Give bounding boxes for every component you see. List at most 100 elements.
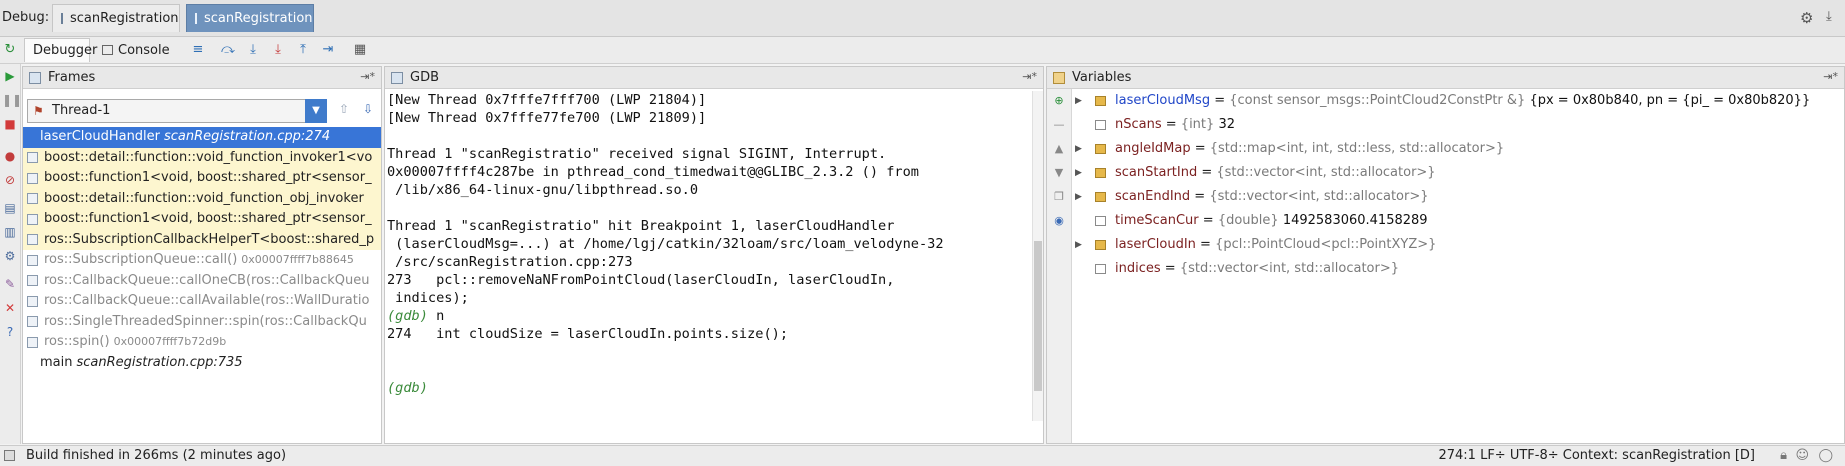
- frame-row[interactable]: boost::detail::function::void_function_o…: [23, 188, 381, 209]
- stop-icon[interactable]: ■: [2, 116, 18, 132]
- help-icon[interactable]: ?: [2, 324, 18, 340]
- gdb-scrollbar-thumb[interactable]: [1034, 241, 1042, 391]
- variable-type: {std::vector<int, std::allocator>}: [1179, 261, 1400, 276]
- gdb-prompt: (gdb): [387, 308, 437, 324]
- mute-breakpoints-icon[interactable]: ⊘: [2, 172, 18, 188]
- show-watches-icon[interactable]: ◉: [1051, 213, 1067, 229]
- gdb-title: GDB: [410, 70, 440, 85]
- expand-arrow-icon[interactable]: ▶: [1075, 89, 1082, 113]
- frame-function: main: [40, 354, 73, 370]
- expand-arrow-icon[interactable]: ▶: [1075, 137, 1082, 161]
- event-log-icon[interactable]: ◯: [1818, 448, 1833, 463]
- frame-row[interactable]: ros::CallbackQueue::callAvailable(ros::W…: [23, 291, 381, 312]
- variable-row[interactable]: ▶ laserCloudIn = {pcl::PointCloud<pcl::Po…: [1075, 233, 1835, 257]
- close-icon[interactable]: ✕: [2, 300, 18, 316]
- run-to-cursor-icon[interactable]: ⇥: [320, 42, 336, 58]
- resume-icon[interactable]: ▶: [2, 68, 18, 84]
- gdb-line: [387, 199, 1037, 217]
- restore-layout-icon[interactable]: ▤: [2, 200, 18, 216]
- variable-row[interactable]: nScans = {int} 32: [1075, 113, 1835, 137]
- gdb-scrollbar[interactable]: [1032, 91, 1043, 421]
- step-over-icon[interactable]: ⤼: [220, 42, 236, 58]
- frame-icon: [27, 234, 38, 246]
- gear-icon[interactable]: ⚙: [1800, 9, 1813, 27]
- view-breakpoints-icon[interactable]: ●: [2, 148, 18, 164]
- frame-row[interactable]: ros::SingleThreadedSpinner::spin(ros::Ca…: [23, 312, 381, 333]
- variable-type: {const sensor_msgs::PointCloud2ConstPtr …: [1229, 93, 1526, 108]
- variable-row[interactable]: indices = {std::vector<int, std::allocat…: [1075, 257, 1835, 281]
- gdb-console-output[interactable]: [New Thread 0x7fffe7fff700 (LWP 21804)] […: [387, 91, 1037, 421]
- move-up-icon[interactable]: ▲: [1051, 141, 1067, 157]
- gdb-line: (laserCloudMsg=...) at /home/lgj/catkin/…: [387, 236, 944, 252]
- variable-text: scanEndInd = {std::vector<int, std::allo…: [1115, 185, 1429, 209]
- gdb-line: 273 pcl::removeNaNFromPointCloud(laserCl…: [387, 272, 895, 288]
- chevron-down-icon[interactable]: ▼: [305, 99, 327, 123]
- layout-icon[interactable]: ▥: [2, 224, 18, 240]
- step-into-icon[interactable]: ⤓: [245, 42, 261, 58]
- step-out-icon[interactable]: ⤒: [295, 42, 311, 58]
- frames-icon: [29, 71, 41, 84]
- force-step-into-icon[interactable]: ⤓: [270, 42, 286, 58]
- variable-name: angleIdMap: [1115, 141, 1191, 156]
- gdb-line: Thread 1 "scanRegistratio" hit Breakpoin…: [387, 218, 895, 234]
- variable-row[interactable]: timeScanCur = {double} 1492583060.415828…: [1075, 209, 1835, 233]
- variable-name: laserCloudMsg: [1115, 93, 1211, 108]
- pin-icon[interactable]: ⇥*: [1022, 70, 1037, 83]
- object-icon: [1095, 192, 1106, 202]
- pin-tab-icon[interactable]: ✎: [2, 276, 18, 292]
- rerun-icon[interactable]: ↻: [2, 42, 18, 58]
- frame-icon: [27, 275, 38, 287]
- pin-icon[interactable]: ⇥*: [1823, 70, 1838, 83]
- frame-row[interactable]: ros::SubscriptionQueue::call() 0x00007fff…: [23, 250, 381, 271]
- equals-sign: =: [1195, 237, 1216, 252]
- thread-flag-icon: ⚑: [33, 104, 44, 118]
- next-frame-icon[interactable]: ⇩: [363, 102, 373, 116]
- tool-windows-icon[interactable]: [4, 450, 15, 461]
- expand-arrow-icon[interactable]: ▶: [1075, 185, 1082, 209]
- expand-arrow-icon[interactable]: ▶: [1075, 233, 1082, 257]
- new-watch-icon[interactable]: ⊕: [1051, 93, 1067, 109]
- tab-debugger[interactable]: Debugger: [24, 38, 97, 62]
- frames-title: Frames: [48, 70, 96, 85]
- frame-row[interactable]: laserCloudHandler scanRegistration.cpp:27…: [23, 127, 381, 148]
- gdb-line: (gdb): [387, 379, 1037, 397]
- frame-row[interactable]: ros::CallbackQueue::callOneCB(ros::Callb…: [23, 271, 381, 292]
- frame-row[interactable]: ros::SubscriptionCallbackHelperT<boost::…: [23, 229, 381, 250]
- previous-frame-icon[interactable]: ⇧: [339, 102, 349, 116]
- frame-row[interactable]: main scanRegistration.cpp:735: [23, 353, 381, 374]
- tab-console[interactable]: Console: [94, 38, 184, 62]
- frame-row[interactable]: boost::function1<void, boost::shared_ptr…: [23, 209, 381, 230]
- frame-row[interactable]: boost::function1<void, boost::shared_ptr…: [23, 168, 381, 189]
- variable-type: {double}: [1217, 213, 1279, 228]
- inspector-icon[interactable]: ☺: [1795, 448, 1809, 463]
- debug-tab-label: scanRegistration: [204, 11, 313, 26]
- frame-icon: [27, 152, 38, 164]
- copy-icon[interactable]: ❐: [1051, 189, 1067, 205]
- remove-watch-icon[interactable]: —: [1051, 117, 1067, 133]
- evaluate-expression-icon[interactable]: ▦: [352, 42, 368, 58]
- variables-list: ▶ laserCloudMsg = {const sensor_msgs::Poi…: [1075, 89, 1835, 281]
- variable-value: 1492583060.4158289: [1282, 213, 1428, 228]
- variable-row[interactable]: ▶ scanStartInd = {std::vector<int, std::a…: [1075, 161, 1835, 185]
- lock-icon[interactable]: 🔒︎: [1780, 448, 1787, 463]
- thread-selector[interactable]: ⚑ Thread-1 ▼: [27, 99, 327, 123]
- variable-row[interactable]: ▶ angleIdMap = {std::map<int, int, std::l…: [1075, 137, 1835, 161]
- move-down-icon[interactable]: ▼: [1051, 165, 1067, 181]
- debug-tab-2[interactable]: scanRegistration: [186, 4, 314, 32]
- pause-icon[interactable]: ❚❚: [2, 92, 22, 108]
- variable-row[interactable]: ▶ laserCloudMsg = {const sensor_msgs::Poi…: [1075, 89, 1835, 113]
- run-config-icon: [195, 13, 197, 24]
- frame-function: boost::detail::function::void_function_o…: [44, 190, 364, 206]
- pin-icon[interactable]: ⇥*: [360, 70, 375, 83]
- hide-icon[interactable]: ⤓: [1826, 9, 1832, 24]
- frame-function: ros::SubscriptionCallbackHelperT<boost::…: [44, 231, 375, 247]
- frame-row[interactable]: ros::spin() 0x00007ffff7b72d9b: [23, 332, 381, 353]
- debug-bar: Debug: scanRegistration scanRegistration…: [0, 0, 1845, 37]
- settings-icon[interactable]: ⚙: [2, 248, 18, 264]
- variable-row[interactable]: ▶ scanEndInd = {std::vector<int, std::all…: [1075, 185, 1835, 209]
- debug-tab-1[interactable]: scanRegistration: [52, 4, 180, 32]
- frame-function: laserCloudHandler: [40, 129, 161, 144]
- expand-arrow-icon[interactable]: ▶: [1075, 161, 1082, 185]
- frame-row[interactable]: boost::detail::function::void_function_i…: [23, 147, 381, 168]
- show-execution-point-icon[interactable]: ≡: [190, 42, 206, 58]
